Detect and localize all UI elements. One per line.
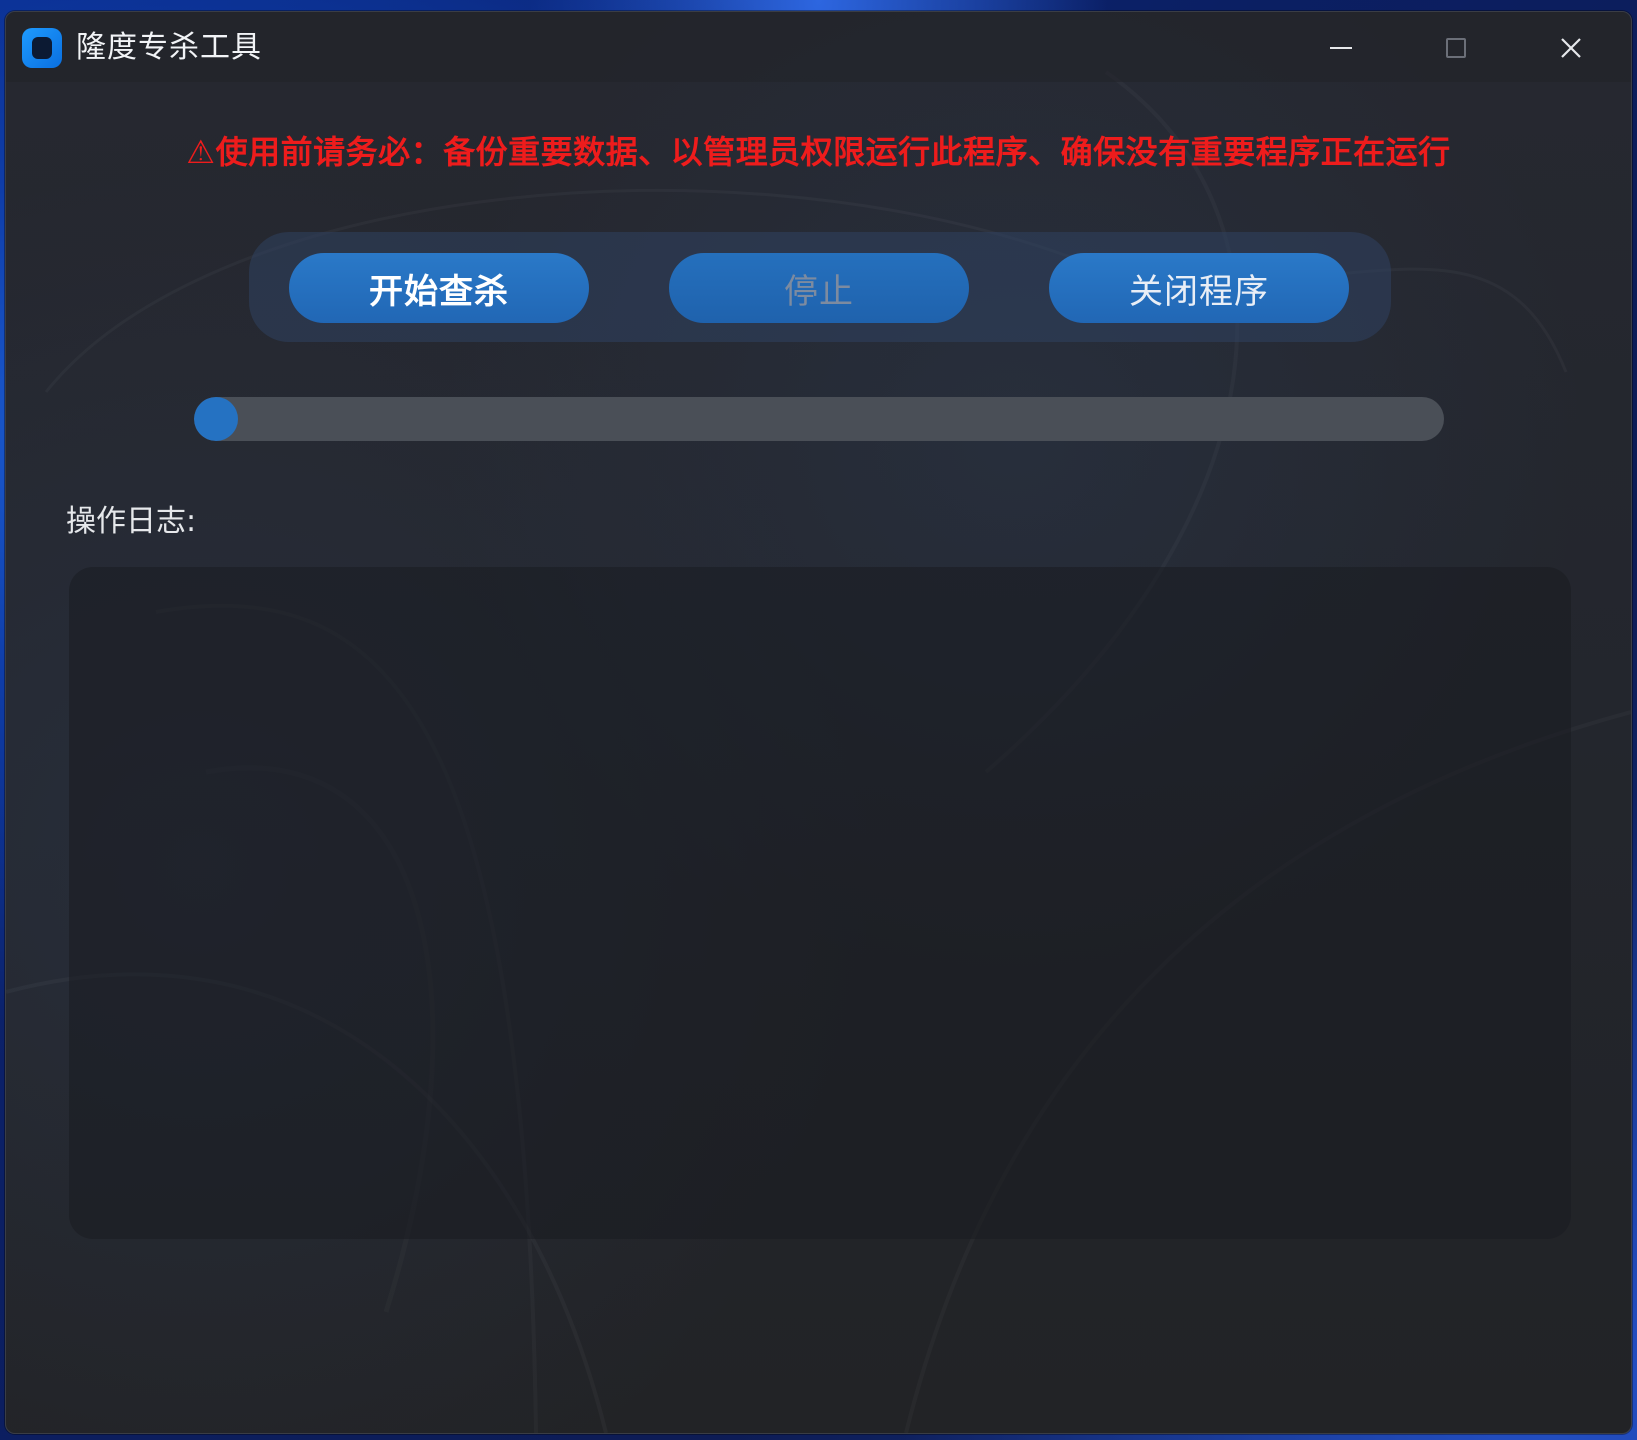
maximize-button[interactable] [1421, 24, 1491, 72]
log-textarea[interactable] [69, 567, 1571, 1239]
warning-message: ⚠使用前请务必：备份重要数据、以管理员权限运行此程序、确保没有重要程序正在运行 [186, 133, 1451, 171]
title-bar[interactable]: 隆度专杀工具 [6, 12, 1631, 82]
close-icon [1561, 38, 1581, 58]
window-title: 隆度专杀工具 [76, 30, 262, 65]
maximize-icon [1446, 38, 1466, 58]
log-label: 操作日志: [66, 504, 197, 539]
progress-bar [194, 397, 1444, 441]
app-logo-icon [22, 28, 62, 68]
progress-fill [194, 397, 238, 441]
close-window-button[interactable] [1536, 24, 1606, 72]
close-program-button[interactable]: 关闭程序 [1049, 253, 1349, 323]
minimize-icon [1330, 47, 1352, 49]
minimize-button[interactable] [1306, 24, 1376, 72]
stop-button[interactable]: 停止 [669, 253, 969, 323]
start-scan-button[interactable]: 开始查杀 [289, 253, 589, 323]
main-window: 隆度专杀工具 ⚠使用前请务必：备份重要数据、以管理员权限运行此程序、确保没有重要… [5, 11, 1632, 1434]
